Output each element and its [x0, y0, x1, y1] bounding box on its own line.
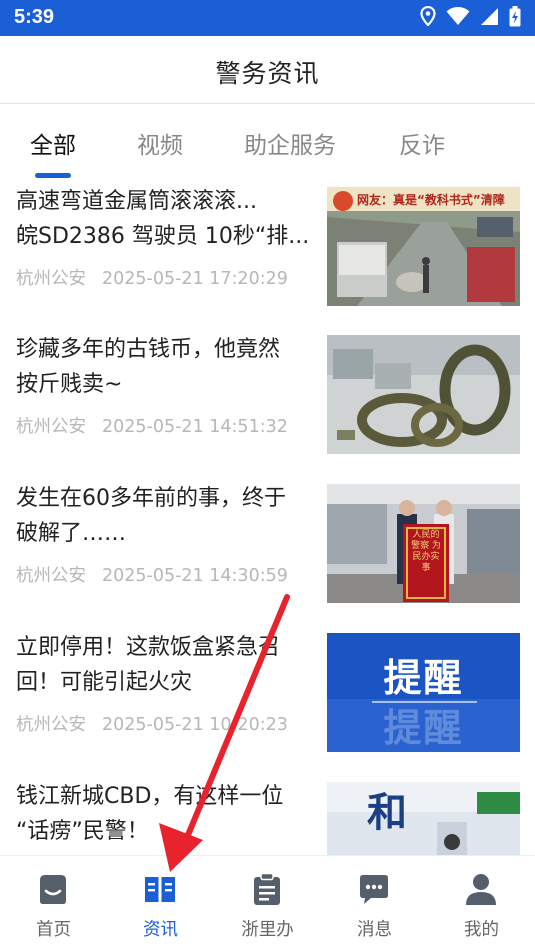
- news-meta: 杭州公安 2025-05-21 14:51:32: [16, 413, 288, 438]
- wifi-icon: [446, 6, 470, 30]
- news-title-line: 皖SD2386 驾驶员 10秒“排...: [16, 224, 308, 249]
- tab-all[interactable]: 全部: [30, 126, 76, 160]
- news-title-line: 高速弯道金属筒滚滚滚...: [16, 189, 257, 214]
- news-title: 高速弯道金属筒滚滚滚... 皖SD2386 驾驶员 10秒“排...: [16, 184, 308, 254]
- news-meta: 杭州公安 2025-05-21 17:20:29: [16, 265, 288, 290]
- location-icon: [420, 5, 436, 30]
- news-thumbnail: 提醒 提醒: [327, 633, 520, 752]
- news-title: 发生在60多年前的事，终于 破解了……: [16, 481, 308, 551]
- nav-home[interactable]: 首页: [0, 856, 107, 951]
- news-title-line: 发生在60多年前的事，终于: [16, 486, 286, 511]
- nav-zheliban[interactable]: 浙里办: [214, 856, 321, 951]
- news-date: 2025-05-21 14:30:59: [102, 566, 288, 586]
- tab-anti-fraud[interactable]: 反诈: [399, 126, 445, 160]
- news-title-line: 按斤贱卖~: [16, 372, 123, 397]
- nav-profile-label: 我的: [464, 920, 499, 940]
- news-title: 珍藏多年的古钱币，他竟然 按斤贱卖~: [16, 332, 308, 402]
- page-title: 警务资讯: [215, 59, 320, 88]
- tab-video[interactable]: 视频: [137, 126, 183, 160]
- status-time: 5:39: [14, 6, 55, 28]
- news-thumbnail: [327, 335, 520, 454]
- thumbnail-caption: 人民的警察 为民办实事: [411, 530, 441, 573]
- app-header: 警务资讯: [0, 36, 535, 104]
- news-thumbnail: 人民的警察 为民办实事: [327, 484, 520, 603]
- profile-icon: [464, 872, 498, 906]
- news-meta: 杭州公安 2025-05-21 10:20:23: [16, 711, 288, 736]
- active-tab-indicator: [35, 173, 71, 178]
- nav-home-label: 首页: [36, 920, 71, 940]
- news-source: 杭州公安: [16, 269, 86, 289]
- news-title-line: 回！可能引起火灾: [16, 670, 193, 695]
- news-source: 杭州公安: [16, 417, 86, 437]
- nav-messages[interactable]: 消息: [321, 856, 428, 951]
- thumbnail-caption: 提醒: [383, 656, 464, 700]
- news-title-line: “话痨”民警！: [16, 819, 149, 844]
- news-source: 杭州公安: [16, 566, 86, 586]
- news-source: 杭州公安: [16, 715, 86, 735]
- nav-news-label: 资讯: [143, 920, 178, 940]
- news-item[interactable]: 立即停用！这款饭盒紧急召 回！可能引起火灾 杭州公安 2025-05-21 10:…: [0, 630, 535, 778]
- home-icon: [36, 872, 70, 906]
- news-title: 立即停用！这款饭盒紧急召 回！可能引起火灾: [16, 630, 308, 700]
- news-title: 钱江新城CBD，有这样一位 “话痨”民警！: [16, 779, 308, 849]
- news-item[interactable]: 珍藏多年的古钱币，他竟然 按斤贱卖~ 杭州公安 2025-05-21 14:51:…: [0, 332, 535, 480]
- thumbnail-caption: 和: [367, 790, 407, 836]
- category-tabs: 全部 视频 助企服务 反诈: [0, 104, 535, 184]
- nav-profile[interactable]: 我的: [428, 856, 535, 951]
- clipboard-icon: [250, 872, 284, 906]
- news-date: 2025-05-21 10:20:23: [102, 715, 288, 735]
- message-icon: [357, 872, 391, 906]
- news-title-line: 破解了……: [16, 521, 127, 546]
- bottom-nav: 首页 资讯 浙里办 消息 我的: [0, 855, 535, 951]
- news-book-icon: [143, 872, 177, 906]
- news-thumbnail: 网友：真是“教科书式”清障: [327, 187, 520, 306]
- news-meta: 杭州公安 2025-05-21 14:30:59: [16, 562, 288, 587]
- nav-news[interactable]: 资讯: [107, 856, 214, 951]
- news-date: 2025-05-21 14:51:32: [102, 417, 288, 437]
- news-list[interactable]: 高速弯道金属筒滚滚滚... 皖SD2386 驾驶员 10秒“排... 杭州公安 2…: [0, 184, 535, 855]
- status-icons: [420, 5, 521, 31]
- news-item[interactable]: 高速弯道金属筒滚滚滚... 皖SD2386 驾驶员 10秒“排... 杭州公安 2…: [0, 184, 535, 332]
- news-thumbnail: 和: [327, 782, 520, 855]
- signal-icon: [480, 7, 499, 30]
- news-date: 2025-05-21 17:20:29: [102, 269, 288, 289]
- news-item[interactable]: 发生在60多年前的事，终于 破解了…… 杭州公安 2025-05-21 14:30…: [0, 481, 535, 629]
- news-title-line: 珍藏多年的古钱币，他竟然: [16, 337, 281, 362]
- nav-zheliban-label: 浙里办: [241, 920, 294, 940]
- news-title-line: 立即停用！这款饭盒紧急召: [16, 635, 281, 660]
- news-title-line: 钱江新城CBD，有这样一位: [16, 784, 284, 809]
- news-item[interactable]: 钱江新城CBD，有这样一位 “话痨”民警！ 和: [0, 779, 535, 855]
- status-bar: 5:39: [0, 0, 535, 36]
- tab-business-services[interactable]: 助企服务: [244, 126, 336, 160]
- battery-charging-icon: [509, 5, 521, 31]
- nav-messages-label: 消息: [357, 920, 392, 940]
- thumbnail-caption: 网友：真是“教科书式”清障: [357, 193, 505, 207]
- thumbnail-caption-reflection: 提醒: [383, 706, 464, 750]
